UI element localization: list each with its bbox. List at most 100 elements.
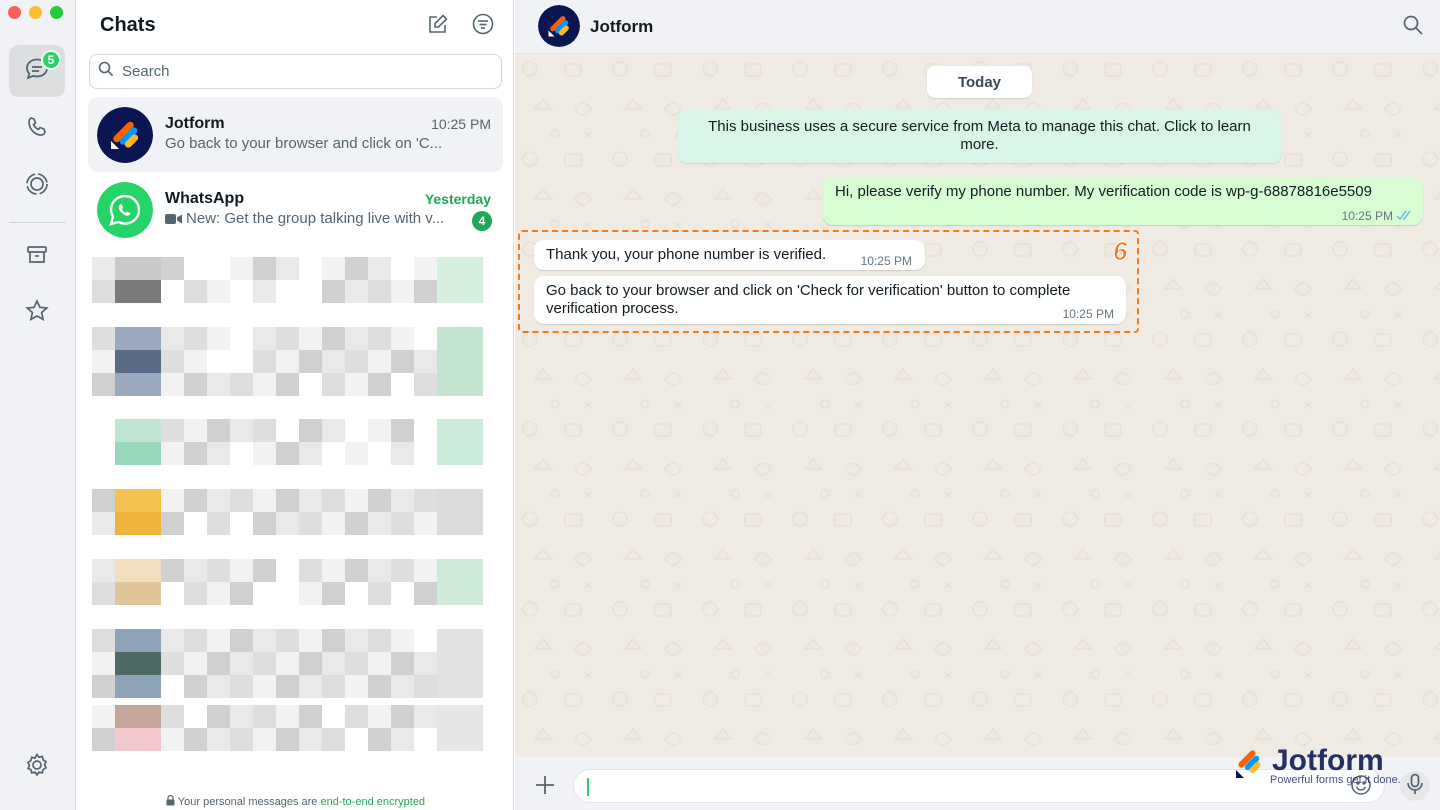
redacted-pixel bbox=[299, 559, 322, 582]
redacted-pixel bbox=[437, 419, 460, 442]
business-info-message[interactable]: This business uses a secure service from… bbox=[678, 109, 1281, 163]
redacted-pixel bbox=[391, 327, 414, 350]
redacted-pixel bbox=[299, 419, 322, 442]
contact-avatar[interactable] bbox=[538, 5, 580, 47]
redacted-pixel bbox=[92, 373, 115, 396]
redacted-pixel bbox=[460, 559, 483, 582]
redacted-pixel bbox=[368, 257, 391, 280]
chat-name: Jotform bbox=[165, 115, 225, 133]
conversation-header[interactable]: Jotform bbox=[515, 0, 1440, 54]
rail-starred-button[interactable] bbox=[9, 287, 65, 339]
redacted-pixel bbox=[230, 629, 253, 652]
redacted-pixel bbox=[460, 629, 483, 652]
lock-icon bbox=[166, 795, 175, 809]
redacted-pixel bbox=[437, 489, 460, 512]
redacted-pixel bbox=[414, 373, 437, 396]
rail-chats-button[interactable]: 5 bbox=[9, 45, 65, 97]
chat-preview-row: New: Get the group talking live with v..… bbox=[165, 210, 457, 227]
chats-title: Chats bbox=[100, 14, 156, 37]
redacted-pixel bbox=[138, 675, 161, 698]
chat-item-jotform[interactable]: Jotform 10:25 PM Go back to your browser… bbox=[88, 97, 503, 172]
redacted-pixel bbox=[115, 559, 138, 582]
redacted-pixel bbox=[414, 350, 437, 373]
redacted-pixel bbox=[299, 629, 322, 652]
redacted-chat-row bbox=[92, 705, 500, 751]
redacted-pixel bbox=[253, 705, 276, 728]
encryption-link[interactable]: end-to-end encrypted bbox=[320, 796, 425, 808]
redacted-pixel bbox=[115, 675, 138, 698]
encryption-text: Your personal messages are bbox=[178, 796, 321, 808]
zoom-window-button[interactable] bbox=[50, 6, 63, 19]
redacted-pixel bbox=[322, 419, 345, 442]
redacted-pixel bbox=[437, 629, 460, 652]
minimize-window-button[interactable] bbox=[29, 6, 42, 19]
search-input[interactable] bbox=[122, 63, 482, 80]
new-chat-button[interactable] bbox=[426, 14, 450, 38]
redacted-pixel bbox=[115, 350, 138, 373]
redacted-pixel bbox=[437, 559, 460, 582]
starred-icon bbox=[24, 298, 50, 329]
redacted-pixel bbox=[115, 629, 138, 652]
search-box[interactable] bbox=[89, 54, 502, 89]
redacted-chat-row bbox=[92, 559, 500, 605]
window-controls bbox=[8, 6, 63, 19]
rail-status-button[interactable] bbox=[9, 160, 65, 212]
filter-icon bbox=[472, 13, 494, 40]
redacted-pixel bbox=[115, 419, 138, 442]
redacted-pixel bbox=[184, 629, 207, 652]
rail-calls-button[interactable] bbox=[9, 103, 65, 155]
redacted-pixel bbox=[184, 419, 207, 442]
redacted-pixel bbox=[322, 675, 345, 698]
redacted-pixel bbox=[414, 559, 437, 582]
redacted-pixel bbox=[345, 327, 368, 350]
unread-count-badge: 4 bbox=[472, 211, 492, 231]
redacted-chat-row bbox=[92, 327, 500, 373]
attach-button[interactable] bbox=[533, 773, 557, 797]
redacted-pixel bbox=[138, 629, 161, 652]
redacted-pixel bbox=[299, 327, 322, 350]
redacted-pixel bbox=[207, 629, 230, 652]
redacted-pixel bbox=[138, 373, 161, 396]
redacted-pixel bbox=[391, 705, 414, 728]
redacted-pixel bbox=[161, 652, 184, 675]
redacted-pixel bbox=[322, 350, 345, 373]
redacted-pixel bbox=[138, 350, 161, 373]
emoji-icon bbox=[1350, 783, 1372, 800]
redacted-pixel bbox=[230, 489, 253, 512]
contact-name[interactable]: Jotform bbox=[590, 17, 653, 37]
redacted-pixel bbox=[276, 442, 299, 465]
settings-icon bbox=[24, 752, 50, 783]
redacted-pixel bbox=[184, 489, 207, 512]
redacted-pixel bbox=[345, 652, 368, 675]
redacted-pixel bbox=[253, 652, 276, 675]
redacted-pixel bbox=[322, 280, 345, 303]
redacted-pixel bbox=[322, 257, 345, 280]
double-check-icon bbox=[1396, 208, 1413, 226]
redacted-pixel bbox=[391, 675, 414, 698]
archive-icon bbox=[25, 243, 49, 272]
rail-archived-button[interactable] bbox=[9, 231, 65, 283]
redacted-pixel bbox=[92, 350, 115, 373]
redacted-chat-row bbox=[92, 419, 500, 465]
voice-message-button[interactable] bbox=[1400, 771, 1430, 801]
redacted-pixel bbox=[230, 257, 253, 280]
redacted-pixel bbox=[368, 705, 391, 728]
chat-preview: Go back to your browser and click on 'C.… bbox=[165, 135, 465, 152]
redacted-pixel bbox=[299, 582, 322, 605]
message-input[interactable] bbox=[573, 769, 1385, 803]
redacted-pixel bbox=[92, 327, 115, 350]
redacted-pixel bbox=[138, 559, 161, 582]
redacted-pixel bbox=[322, 728, 345, 751]
close-window-button[interactable] bbox=[8, 6, 21, 19]
redacted-pixel bbox=[322, 582, 345, 605]
emoji-button[interactable] bbox=[1350, 774, 1372, 801]
filter-button[interactable] bbox=[471, 14, 495, 38]
conversation-search-button[interactable] bbox=[1403, 15, 1423, 40]
redacted-pixel bbox=[184, 442, 207, 465]
redacted-pixel bbox=[299, 489, 322, 512]
redacted-pixel bbox=[391, 280, 414, 303]
chat-item-whatsapp[interactable]: WhatsApp Yesterday New: Get the group ta… bbox=[88, 172, 503, 247]
redacted-pixel bbox=[299, 442, 322, 465]
rail-settings-button[interactable] bbox=[9, 741, 65, 793]
redacted-pixel bbox=[92, 629, 115, 652]
